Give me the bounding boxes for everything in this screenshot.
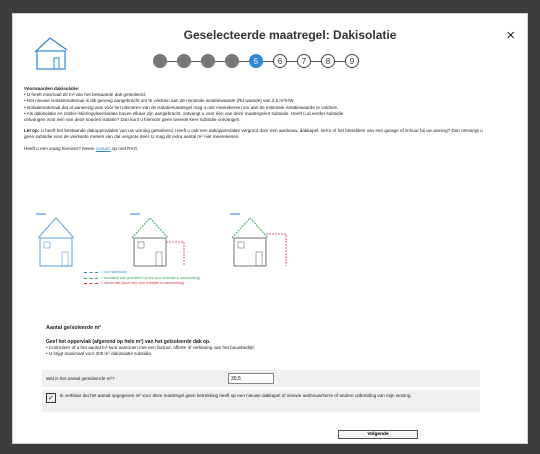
step-connector [287,60,297,62]
note-prefix: Let op: [24,128,40,134]
step-connector [311,60,321,62]
legend-swatch [84,277,98,279]
next-button[interactable]: Volgende [338,430,418,439]
step-connector [167,60,177,62]
step-9[interactable]: 9 [345,54,359,68]
condition-item: ontvangen voor één van deze soorten isol… [24,117,241,123]
declaration-text: Ik verklaar dat het aantal opgegeven m² … [60,393,412,398]
step-1[interactable]: 1 [153,54,167,68]
contact-text-end: op met RVO. [110,145,139,151]
contact-link[interactable]: contact [96,146,111,151]
section-title: Aantal geïsoleerde m² [46,325,102,331]
step-connector [191,60,201,62]
dialog-title: Geselecteerde maatregel: Dakisolatie [183,28,397,42]
step-7[interactable]: 7 [297,54,311,68]
contact-text: Heeft u een vraag hierover? Neem [24,145,96,151]
legend-swatch [84,272,98,274]
area-input[interactable] [228,373,274,384]
condition-item: • U heeft minimaal 20 m² van het bestaan… [24,92,147,98]
house-diagram-mid [130,213,185,267]
area-question-label: Wat is het aantal geïsoleerde m²? [46,376,115,381]
roof-diagrams [36,213,287,267]
close-icon[interactable]: × [506,28,515,43]
note-text: U heeft het bestaande dakoppervlakte van… [24,128,483,140]
condition-item: • Het nieuwe isolatiemateriaal is dik ge… [24,98,295,104]
step-6[interactable]: 6 [273,54,287,68]
house-diagram-after [230,213,287,267]
declaration-row: ✓ Ik verklaar dat het aantal opgegeven m… [42,390,480,412]
area-question-row: Wat is het aantal geïsoleerde m²? [42,370,480,387]
house-diagram-before [36,213,75,267]
conditions-heading: Voorwaarden dakisolatie: [24,86,80,91]
info-text: Voorwaarden dakisolatie: • U heeft minim… [24,86,494,157]
condition-item: • Isolatiemateriaal dat al aanwezig was … [24,104,339,110]
step-4[interactable]: 4 [225,54,239,68]
step-5[interactable]: 5 [249,54,263,68]
step-3[interactable]: 3 [201,54,215,68]
declaration-checkbox[interactable]: ✓ [46,393,56,403]
condition-item: • Als dakisolatie en zolder-/vlieringvlo… [24,110,344,116]
section-info: Geef het oppervlak (afgerond op hele m²)… [46,339,486,357]
legend-label: = nieuw dak (komt niet voor subsidie in … [101,281,184,285]
step-connector [239,60,249,62]
legend-swatch [84,283,98,285]
step-connector [335,60,345,62]
step-connector [263,60,273,62]
diagram-legend: = voor aanbouw = bestaand dak geïsoleerd… [84,270,200,287]
step-8[interactable]: 8 [321,54,335,68]
step-indicator: 1 2 3 4 5 6 7 8 9 [153,51,359,71]
step-connector [215,60,225,62]
section-bullet: • U krijgt maximaal voor 200 m² dakisola… [46,351,153,356]
step-2[interactable]: 2 [177,54,191,68]
legend-item: = nieuw dak (komt niet voor subsidie in … [84,281,200,287]
